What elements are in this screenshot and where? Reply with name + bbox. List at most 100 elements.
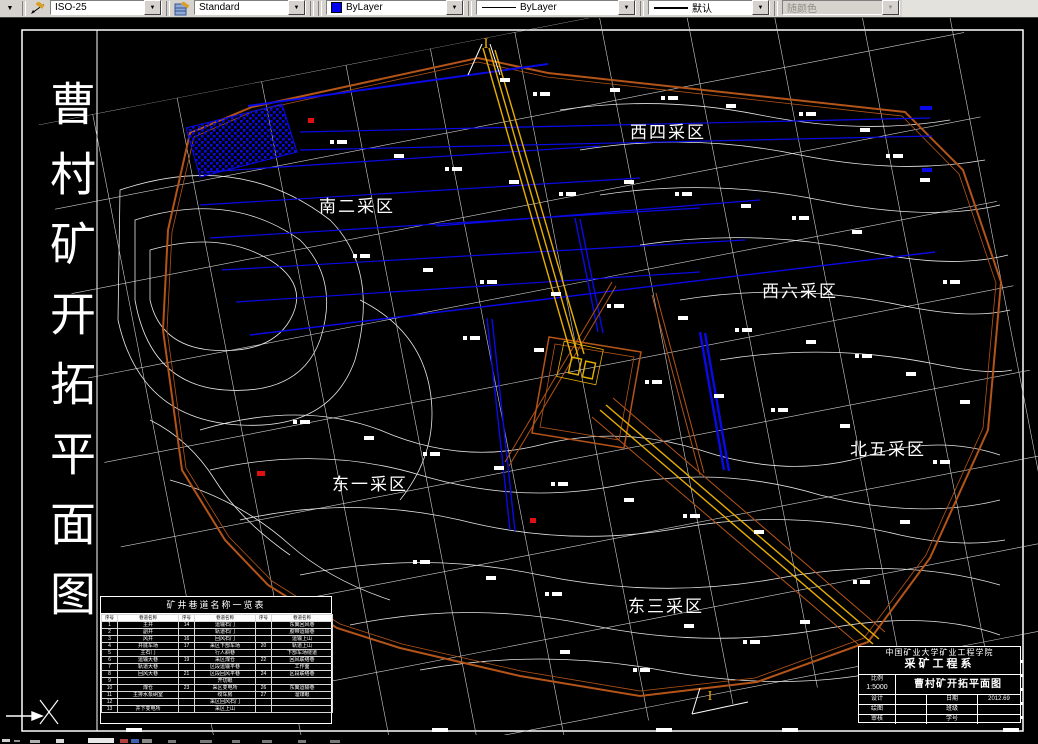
titleblock-cell: 审核: [859, 715, 896, 724]
titleblock-row: 审核 学号: [859, 715, 1020, 724]
cad-window: 西四采区 南二采区 西六采区 北五采区 东一采区 东三采区 I I ▼ ISO-…: [0, 0, 1038, 744]
taskbar-fragment: [30, 740, 40, 743]
titleblock-cell: [896, 705, 927, 714]
roadway-col-header: 巷道名称: [271, 614, 333, 622]
taskbar-fragment: [200, 740, 212, 743]
lineweight-combo[interactable]: 默认 ▼: [648, 0, 770, 15]
taskbar-fragment: [168, 740, 176, 743]
table-row: 7 轨道大巷 区段运输平巷 工作面: [101, 663, 333, 671]
roadway-cell: 行人斜巷: [194, 649, 256, 657]
elevation-marks: [293, 78, 970, 672]
linetype-combo[interactable]: ByLayer ▼: [476, 0, 636, 15]
chevron-down-icon[interactable]: ▼: [618, 0, 635, 15]
table-row: 8 回风大巷 21 区段回风平巷 24 区段联络巷: [101, 670, 333, 678]
roadway-cell: 溜煤眼: [271, 691, 333, 699]
roadway-cell: [178, 698, 195, 706]
roadway-cell: 轨道上山: [271, 642, 333, 650]
text-style-icon[interactable]: [172, 0, 192, 17]
table-row: 4 井底车场 17 采区下部车场 20 轨道上山: [101, 642, 333, 650]
text-style-value: Standard: [199, 2, 240, 13]
roadway-cell: 运输大巷: [117, 656, 179, 664]
roadway-cell: 7: [101, 663, 118, 671]
roadway-cell: 13: [101, 705, 118, 713]
roadway-cell: [271, 698, 333, 706]
taskbar-fragment: [14, 740, 20, 742]
titleblock-cell: [978, 715, 1020, 724]
chevron-down-icon[interactable]: ▼: [752, 0, 769, 15]
roadway-cell: 井底车场: [117, 642, 179, 650]
area-label: 北五采区: [850, 440, 926, 459]
roadway-cell: 采区下部车场: [194, 642, 256, 650]
roadway-cell: 轨道石门: [194, 628, 256, 636]
color-swatch: [331, 2, 342, 13]
roadway-cell: [255, 698, 272, 706]
toolbar-empty-area: [902, 0, 1038, 17]
roadway-cell: 胶带运输巷: [271, 628, 333, 636]
taskbar-fragment: [262, 740, 272, 743]
ucs-icon: [6, 699, 59, 725]
linetype-sample: [482, 7, 516, 8]
roadway-cell: [178, 677, 195, 685]
dim-style-value: ISO-25: [55, 2, 87, 13]
roadway-cell: [271, 677, 333, 685]
roadway-cell: 1: [101, 621, 118, 629]
toolbar-overflow-arrow[interactable]: ▼: [0, 0, 20, 17]
color-combo[interactable]: ByLayer ▼: [326, 0, 464, 15]
roadway-cell: 下部车场绕道: [271, 649, 333, 657]
roadway-cell: [178, 649, 195, 657]
titleblock-cell: 学号: [927, 715, 978, 724]
table-row: 11 主排水泵硐室 绞车房 27 溜煤眼: [101, 691, 333, 699]
dim-style-combo[interactable]: ISO-25 ▼: [50, 0, 162, 15]
roadway-cell: [255, 635, 272, 643]
roadway-col-header: 序号: [255, 614, 272, 622]
titleblock-cell: 设计: [859, 695, 896, 704]
area-label: 东一采区: [332, 475, 408, 494]
lineweight-sample: [654, 6, 688, 9]
roadway-cell: 风井: [117, 635, 179, 643]
toolbar-separator: [774, 1, 778, 16]
roadway-cell: 主排水泵硐室: [117, 691, 179, 699]
linetype-value: ByLayer: [520, 2, 557, 13]
roadway-cell: 绞车房: [194, 691, 256, 699]
roadway-cell: 17: [178, 642, 195, 650]
table-row: 3 风井 16 回风石门 运输上山: [101, 635, 333, 643]
chevron-down-icon[interactable]: ▼: [144, 0, 161, 15]
roadway-col-header: 序号: [178, 614, 195, 622]
toolbar-separator: [22, 1, 26, 16]
roadway-cell: 8: [101, 670, 118, 678]
roadway-col-header: 巷道名称: [117, 614, 179, 622]
chevron-down-icon[interactable]: ▼: [288, 0, 305, 15]
roadway-table-body: 1 主井 14 运输石门 东翼回风巷 2 副井 轨道石门 胶带运输巷 3 风井 16 回风石门 运输上山 4…: [101, 621, 333, 713]
roadway-cell: 23: [178, 684, 195, 692]
roadway-cell: 4: [101, 642, 118, 650]
roadway-cell: [178, 663, 195, 671]
roadway-cell: 工作面: [271, 663, 333, 671]
roadway-cell: [178, 628, 195, 636]
goaf-hatch-block: [185, 103, 298, 178]
titleblock-rows: 设计 日期 2012.69 绘图 班级 审核 学号: [859, 695, 1020, 724]
color-value: ByLayer: [346, 2, 383, 13]
area-label: 东三采区: [628, 597, 704, 616]
text-style-combo[interactable]: Standard ▼: [194, 0, 306, 15]
roadway-cell: 区段回风平巷: [194, 670, 256, 678]
roadway-cell: 27: [255, 691, 272, 699]
roadway-cell: 煤仓: [117, 684, 179, 692]
red-marks: [257, 118, 536, 523]
roadway-col-header: 序号: [101, 614, 118, 622]
roadway-cell: 22: [255, 656, 272, 664]
taskbar-fragment: [120, 739, 128, 743]
taskbar-fragment: [232, 740, 240, 743]
chevron-down-icon[interactable]: ▼: [446, 0, 463, 15]
roadway-cell: 回风联络巷: [271, 656, 333, 664]
toolbar-separator: [640, 1, 644, 16]
dim-style-icon[interactable]: [28, 0, 48, 17]
roadway-cell: 回风大巷: [117, 670, 179, 678]
roadway-table-header: 序号 巷道名称 序号 巷道名称 序号 巷道名称: [101, 614, 333, 622]
roadway-cell: 东翼运输巷: [271, 684, 333, 692]
roadway-cell: 东翼回风巷: [271, 621, 333, 629]
toolbar-separator: [318, 1, 322, 16]
roadway-cell: 12: [101, 698, 118, 706]
roadway-cell: 6: [101, 656, 118, 664]
roadway-cell: [178, 691, 195, 699]
roadway-cell: 24: [255, 670, 272, 678]
